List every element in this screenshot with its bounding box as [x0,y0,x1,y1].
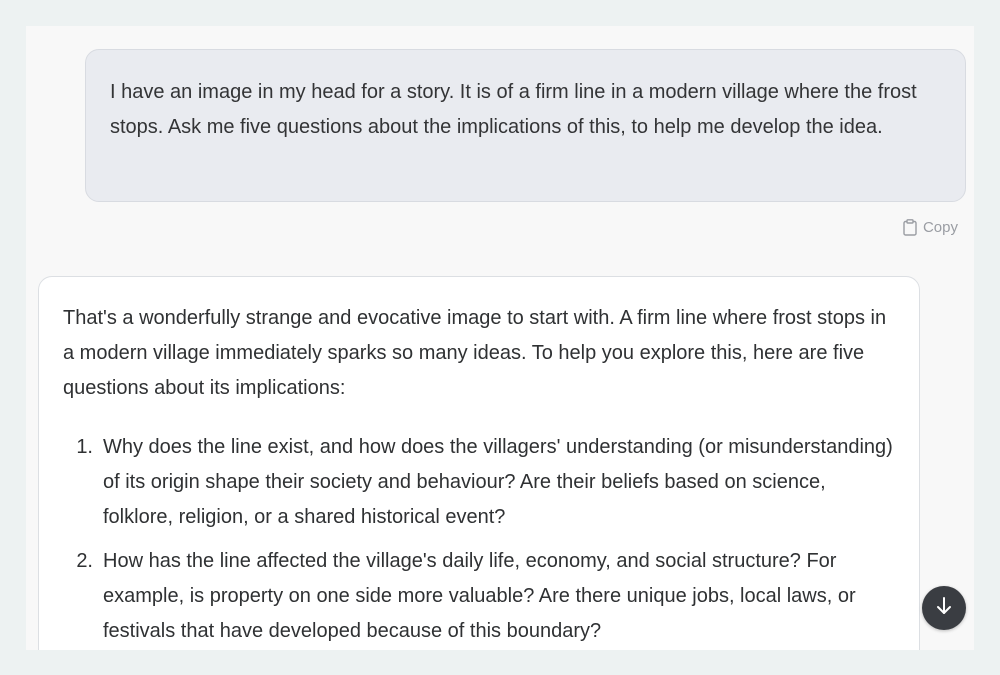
chat-panel: I have an image in my head for a story. … [26,26,974,650]
question-item-2: 2. How has the line affected the village… [63,544,895,649]
assistant-intro-text: That's a wonderfully strange and evocati… [63,307,887,399]
question-item-1: 1. Why does the line exist, and how does… [63,430,895,535]
scroll-to-bottom-button[interactable] [922,586,966,630]
copy-button[interactable]: Copy [903,219,958,236]
question-text: How has the line affected the village's … [103,550,856,642]
arrow-down-icon [935,596,953,621]
question-number: 2. [76,550,93,572]
assistant-message-card: That's a wonderfully strange and evocati… [38,276,920,650]
question-list: 1. Why does the line exist, and how does… [63,430,895,649]
copy-label: Copy [922,219,958,236]
question-number: 1. [76,436,93,458]
user-message-text: I have an image in my head for a story. … [110,81,917,138]
clipboard-icon [903,219,917,236]
question-text: Why does the line exist, and how does th… [103,436,893,528]
user-message-bubble: I have an image in my head for a story. … [85,49,966,202]
